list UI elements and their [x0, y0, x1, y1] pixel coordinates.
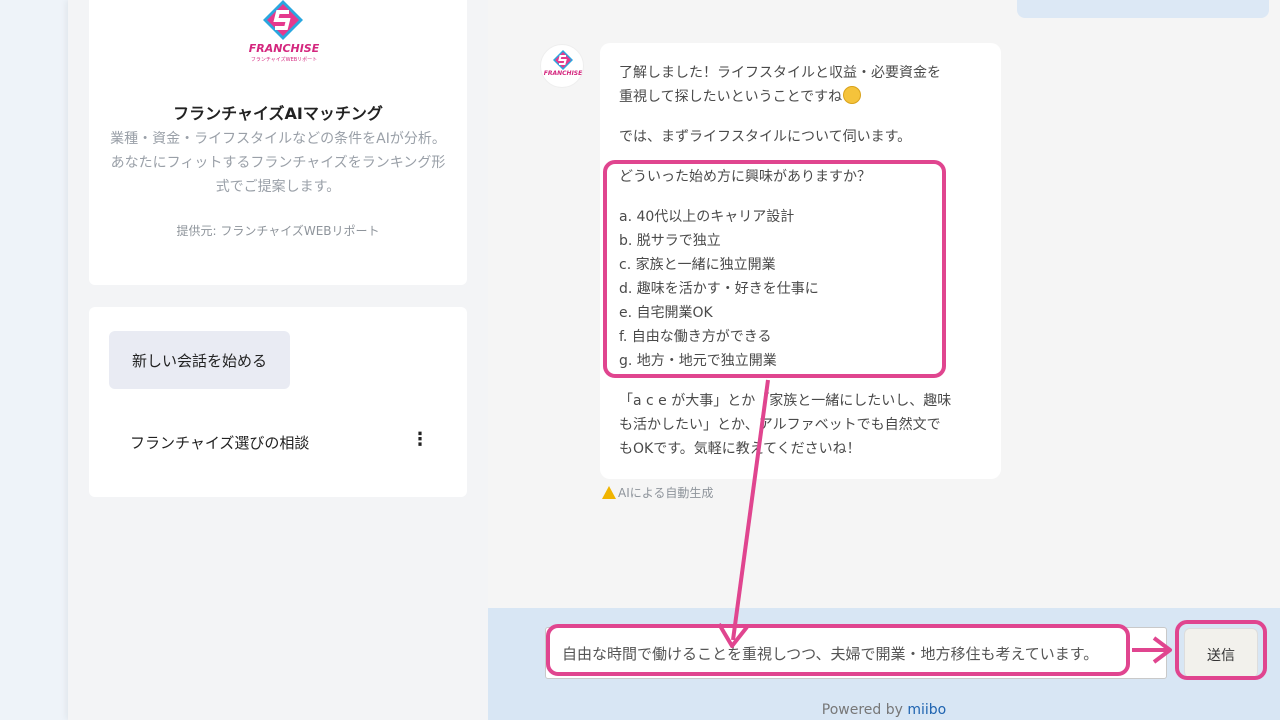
conversation-item[interactable]: フランチャイズ選びの相談	[130, 432, 309, 453]
logo-subtext: フランチャイズWEBリポート	[250, 57, 318, 63]
conversation-card: 新しい会話を始める フランチャイズ選びの相談 ⋮	[89, 307, 467, 497]
composer-bar: 自由な時間で働けることを重視しつつ、夫婦で開業・地方移住も考えています。 送信 …	[488, 608, 1280, 720]
ai-note-text: AIによる自動生成	[618, 486, 714, 500]
powered-brand-link[interactable]: miibo	[907, 702, 946, 718]
option-item: b. 脱サラで独立	[619, 233, 721, 249]
user-message-bubble	[1017, 0, 1269, 18]
message-line: 重視して探したいということですね	[619, 85, 862, 109]
message-line: も活かしたい」とか、アルファベットでも自然文で	[619, 417, 941, 433]
avatar-logo-icon	[553, 50, 573, 70]
ai-generated-note: AIによる自動生成	[602, 484, 713, 501]
smile-emoji-icon	[843, 86, 862, 104]
option-item: d. 趣味を活かす・好きを仕事に	[619, 281, 819, 297]
app-description: 業種・資金・ライフスタイルなどの条件をAIが分析。あなたにフィットするフランチャ…	[110, 131, 446, 195]
message-line: では、まずライフスタイルについて伺います。	[619, 129, 912, 145]
avatar-text: FRANCHISE	[543, 70, 583, 77]
powered-prefix: Powered by	[821, 702, 908, 718]
message-line: もOKです。気軽に教えてくださいね！	[619, 441, 861, 457]
provider-text: 提供元: フランチャイズWEBリポート	[176, 224, 380, 238]
send-button[interactable]: 送信	[1184, 628, 1258, 678]
app-title: フランチャイズAIマッチング	[173, 104, 383, 123]
chat-area: FRANCHISE 了解しました！ライフスタイルと収益・必要資金を 重視して探し…	[488, 0, 1280, 608]
message-line-text: 重視して探したいということですね	[619, 89, 843, 105]
franchise-logo: FRANCHISE フランチャイズWEBリポート	[239, 0, 329, 63]
powered-by: Powered by miibo	[488, 702, 1280, 718]
new-chat-button[interactable]: 新しい会話を始める	[109, 331, 290, 389]
option-item: c. 家族と一緒に独立開業	[619, 257, 776, 273]
option-item: a. 40代以上のキャリア設計	[619, 209, 795, 225]
logo-text: FRANCHISE	[248, 42, 320, 55]
question-text: どういった始め方に興味がありますか？	[619, 169, 871, 185]
option-item: e. 自宅開業OK	[619, 305, 713, 321]
app-info-card: FRANCHISE フランチャイズWEBリポート フランチャイズAIマッチング …	[89, 0, 467, 285]
message-line: 「a c e が大事」とか「家族と一緒にしたいし、趣味	[619, 393, 952, 409]
kebab-menu-icon[interactable]: ⋮	[411, 431, 429, 451]
warning-icon	[602, 486, 616, 499]
option-item: g. 地方・地元で独立開業	[619, 353, 777, 369]
bot-message-bubble: 了解しました！ライフスタイルと収益・必要資金を 重視して探したいということですね…	[600, 43, 1001, 479]
message-line: 了解しました！ライフスタイルと収益・必要資金を	[619, 65, 941, 81]
option-item: f. 自由な働き方ができる	[619, 329, 772, 345]
sidebar: FRANCHISE フランチャイズWEBリポート フランチャイズAIマッチング …	[68, 0, 488, 720]
logo-diamond-icon	[263, 0, 303, 40]
message-input[interactable]: 自由な時間で働けることを重視しつつ、夫婦で開業・地方移住も考えています。	[545, 627, 1167, 679]
bot-avatar: FRANCHISE	[540, 44, 584, 88]
